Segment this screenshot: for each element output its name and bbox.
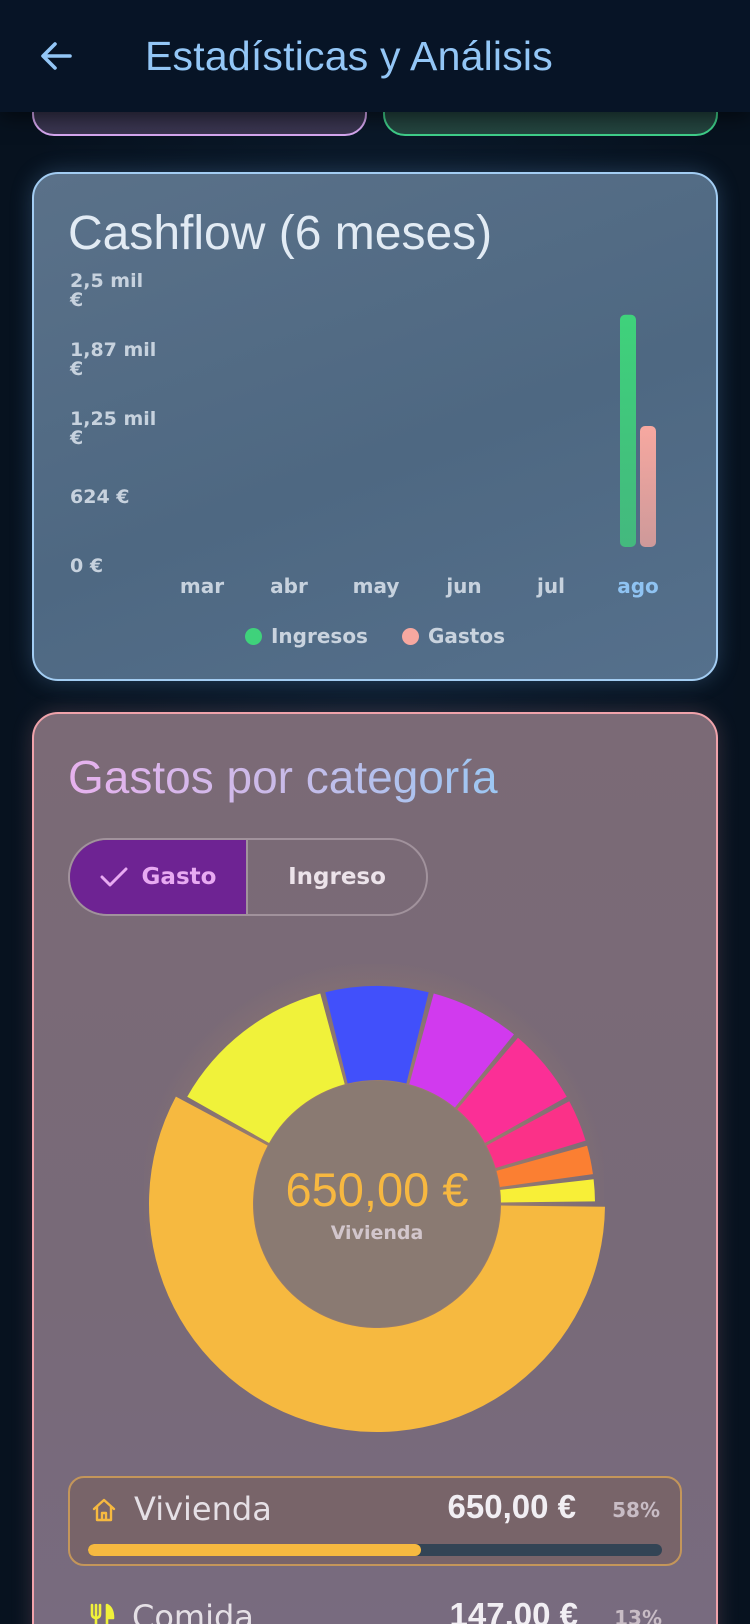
legend-item-ingresos: Ingresos [244, 624, 368, 648]
x-tick-label: may [352, 574, 400, 598]
home-icon [90, 1496, 118, 1524]
donut-center-value: 650,00 € [285, 1163, 469, 1216]
category-amount: 650,00 € [447, 1488, 576, 1525]
top-app-bar: Estadísticas y Análisis [0, 0, 750, 112]
donut-center-label: Vivienda [330, 1222, 424, 1244]
legend-label: Gastos [427, 624, 505, 648]
back-button[interactable] [30, 30, 82, 82]
category-name: Comida [132, 1598, 254, 1624]
x-tick-label: abr [270, 574, 308, 598]
category-row-comida[interactable]: Comida 147,00 € 13% [68, 1586, 682, 1624]
cashflow-card: Cashflow (6 meses) 2,5 mil € 1,87 mil € … [32, 172, 718, 681]
x-tick-label: jun [446, 574, 482, 598]
app-root: Estadísticas y Análisis Cashflow (6 mese… [0, 0, 750, 1624]
bar-ingresos-ago[interactable] [620, 314, 636, 547]
donut-slice-2[interactable] [325, 986, 429, 1084]
legend-dot-icon [244, 627, 262, 645]
category-card: Gastos por categoría Gasto Ingreso 650,0… [32, 712, 718, 1624]
category-name: Vivienda [134, 1490, 272, 1528]
x-tick-label: jul [537, 574, 565, 598]
legend-label: Ingresos [270, 624, 368, 648]
legend-dot-icon [401, 627, 419, 645]
page-title: Estadísticas y Análisis [145, 33, 553, 79]
bar-gastos-ago[interactable] [640, 426, 656, 547]
category-progress-fill [88, 1544, 421, 1556]
cashflow-bar-chart [620, 314, 656, 547]
fork-knife-icon [88, 1603, 116, 1624]
category-percent: 13% [614, 1606, 662, 1624]
legend-item-gastos: Gastos [401, 624, 505, 648]
category-row-vivienda[interactable]: Vivienda 650,00 € 58% [68, 1476, 682, 1566]
category-progress-bar [88, 1544, 662, 1556]
x-tick-label-active[interactable]: ago [617, 574, 659, 598]
category-percent: 58% [612, 1498, 660, 1522]
category-amount: 147,00 € [449, 1596, 578, 1624]
arrow-left-icon [41, 42, 72, 70]
x-tick-label: mar [179, 574, 225, 598]
chart-legend: Ingresos Gastos [34, 624, 716, 648]
